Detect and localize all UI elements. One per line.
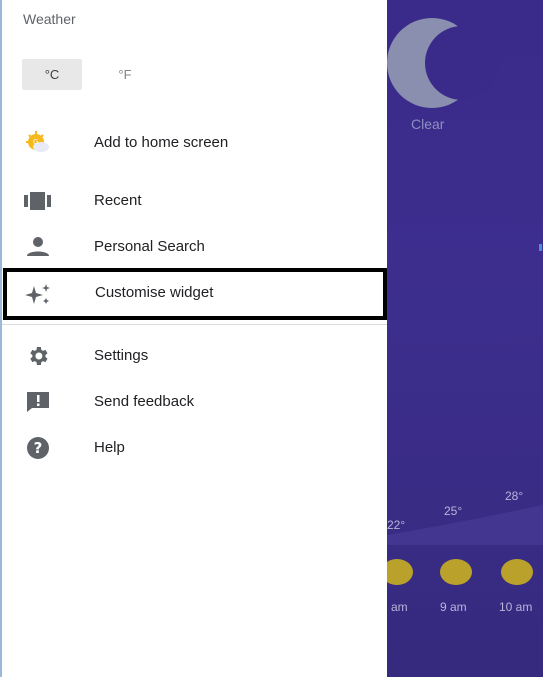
menu-divider: [2, 324, 387, 325]
hour-label: 10 am: [499, 600, 533, 614]
menu-item-help[interactable]: ? Help: [2, 426, 387, 470]
weather-background: Clear 22° 25° 28° am 9 am 10 am: [387, 0, 543, 677]
menu-item-label: Add to home screen: [94, 134, 229, 151]
temp-label: 25°: [444, 504, 463, 518]
svg-text:?: ?: [34, 439, 43, 457]
menu-item-label: Send feedback: [94, 393, 195, 410]
gear-icon: [24, 344, 52, 368]
drawer-title: Weather: [23, 11, 76, 27]
temperature-curve: [387, 505, 543, 545]
menu-item-send-feedback[interactable]: Send feedback: [2, 380, 387, 424]
menu-item-add-to-home-screen[interactable]: G Add to home screen: [2, 121, 387, 165]
moon-icon: [387, 18, 499, 108]
help-icon: ?: [24, 436, 52, 460]
menu-item-label: Customise widget: [95, 284, 214, 301]
sun-icon: [387, 559, 413, 585]
menu-item-personal-search[interactable]: Personal Search: [2, 225, 387, 269]
menu-item-customise-widget[interactable]: Customise widget: [3, 268, 387, 320]
sparkle-icon: [25, 282, 53, 306]
menu-item-label: Help: [94, 439, 125, 456]
celsius-toggle[interactable]: °C: [22, 59, 82, 90]
sun-icon: [440, 559, 472, 585]
svg-text:G: G: [33, 138, 38, 146]
sun-icon: [501, 559, 533, 585]
feedback-icon: [24, 390, 52, 414]
drawer-edge-marker: [539, 244, 542, 251]
menu-item-recent[interactable]: Recent: [2, 179, 387, 223]
hour-label: am: [391, 600, 408, 614]
person-icon: [24, 235, 52, 259]
menu-item-settings[interactable]: Settings: [2, 334, 387, 378]
menu-item-label: Recent: [94, 192, 142, 209]
weather-condition: Clear: [411, 116, 445, 132]
hour-label: 9 am: [440, 600, 467, 614]
temp-label: 28°: [505, 489, 524, 503]
menu-item-label: Settings: [94, 347, 149, 364]
navigation-drawer: Weather °C °F G Add to home screen Recen…: [0, 0, 387, 677]
recent-cards-icon: [24, 189, 52, 213]
temp-label: 22°: [387, 518, 406, 532]
fahrenheit-toggle[interactable]: °F: [95, 59, 155, 90]
menu-item-label: Personal Search: [94, 238, 205, 255]
weather-sun-icon: G: [24, 131, 52, 155]
